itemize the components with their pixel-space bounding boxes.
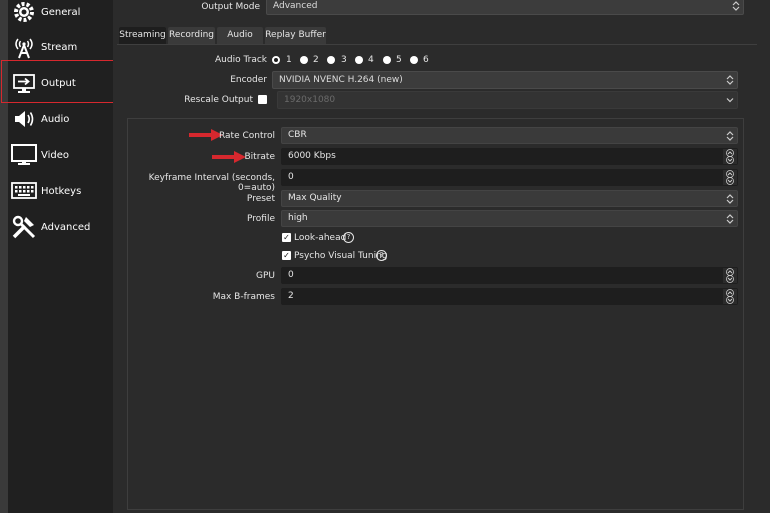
sidebar-item-label: Stream (41, 41, 78, 53)
speaker-icon (11, 106, 37, 132)
max-bframes-spinbox[interactable]: 2 (281, 288, 738, 305)
preset-value: Max Quality (288, 193, 342, 203)
encoder-label: Encoder (230, 75, 267, 85)
audio-track-option-label: 1 (286, 55, 292, 65)
rate-control-label: Rate Control (218, 131, 275, 141)
profile-label: Profile (247, 214, 275, 224)
spin-arrows-icon[interactable] (723, 289, 737, 304)
sidebar-item-video[interactable]: Video (8, 138, 113, 172)
sidebar-item-general[interactable]: General (8, 0, 113, 29)
sidebar-item-advanced[interactable]: Advanced (8, 210, 113, 244)
keyframe-value: 0 (288, 172, 294, 182)
chevron-updown-icon (723, 191, 737, 206)
antenna-icon (11, 34, 37, 60)
preset-select[interactable]: Max Quality (281, 190, 738, 207)
psycho-visual-tuning-checkbox[interactable]: ✓ (282, 251, 291, 260)
rescale-output-label: Rescale Output (184, 95, 253, 105)
chevron-updown-icon (723, 211, 737, 226)
bitrate-spinbox[interactable]: 6000 Kbps (281, 148, 738, 165)
output-mode-select[interactable]: Advanced (266, 0, 744, 15)
chevron-updown-icon (729, 0, 743, 14)
tools-icon (11, 214, 37, 240)
gpu-spinbox[interactable]: 0 (281, 267, 738, 284)
profile-select[interactable]: high (281, 210, 738, 227)
sidebar-item-label: Video (41, 149, 70, 161)
lookahead-checkbox[interactable]: ✓ (282, 233, 291, 242)
audio-track-radio-1[interactable] (272, 56, 280, 64)
encoder-value: NVIDIA NVENC H.264 (new) (279, 75, 403, 85)
help-icon[interactable]: ? (376, 250, 387, 261)
audio-track-radio-4[interactable] (355, 56, 363, 64)
bitrate-value: 6000 Kbps (288, 151, 336, 161)
keyboard-icon (11, 178, 37, 204)
tab-replay-buffer[interactable]: Replay Buffer (265, 27, 326, 44)
profile-value: high (288, 213, 308, 223)
gpu-label: GPU (256, 271, 275, 281)
audio-track-option-label: 2 (313, 55, 319, 65)
spin-arrows-icon[interactable] (723, 268, 737, 283)
sidebar-item-stream[interactable]: Stream (8, 30, 113, 64)
monitor-icon (11, 142, 37, 168)
audio-track-radio-3[interactable] (327, 56, 335, 64)
output-highlight-annotation (1, 60, 131, 103)
audio-track-radio-5[interactable] (383, 56, 391, 64)
audio-track-option-label: 5 (396, 55, 402, 65)
audio-track-radio-2[interactable] (300, 56, 308, 64)
sidebar-item-audio[interactable]: Audio (8, 102, 113, 136)
tab-underline (117, 44, 757, 45)
output-mode-value: Advanced (273, 1, 318, 11)
sidebar-item-hotkeys[interactable]: Hotkeys (8, 174, 113, 208)
output-mode-label: Output Mode (201, 2, 260, 12)
audio-track-option-label: 4 (368, 55, 374, 65)
spin-arrows-icon[interactable] (723, 170, 737, 185)
psycho-visual-tuning-label: Psycho Visual Tuning (294, 251, 388, 261)
rescale-value: 1920x1080 (284, 95, 336, 105)
gear-icon (11, 0, 37, 25)
rate-control-select[interactable]: CBR (281, 127, 738, 144)
bitrate-label: Bitrate (244, 152, 276, 162)
rescale-resolution-select[interactable]: 1920x1080 (277, 91, 738, 109)
rate-control-value: CBR (288, 130, 307, 140)
sidebar-item-label: Audio (41, 113, 70, 125)
sidebar-item-label: General (41, 6, 81, 18)
rescale-output-checkbox[interactable] (258, 95, 267, 104)
sidebar-item-label: Hotkeys (41, 185, 82, 197)
max-bframes-label: Max B-frames (212, 292, 275, 302)
audio-track-label: Audio Track (215, 55, 267, 65)
keyframe-interval-label: Keyframe Interval (seconds, 0=auto) (148, 173, 275, 193)
chevron-updown-icon (723, 72, 737, 88)
encoder-select[interactable]: NVIDIA NVENC H.264 (new) (272, 71, 738, 89)
tab-streaming[interactable]: Streaming (119, 27, 166, 44)
gpu-value: 0 (288, 270, 294, 280)
help-icon[interactable]: ? (343, 232, 354, 243)
audio-track-option-label: 3 (341, 55, 347, 65)
tab-audio[interactable]: Audio (217, 27, 263, 44)
audio-track-option-label: 6 (423, 55, 429, 65)
tab-recording[interactable]: Recording (168, 27, 215, 44)
lookahead-label: Look-ahead (294, 233, 347, 243)
chevron-down-icon (723, 92, 737, 108)
sidebar-item-label: Advanced (41, 221, 91, 233)
spin-arrows-icon[interactable] (723, 149, 737, 164)
audio-track-radio-6[interactable] (410, 56, 418, 64)
chevron-updown-icon (723, 128, 737, 143)
keyframe-interval-spinbox[interactable]: 0 (281, 169, 738, 186)
preset-label: Preset (246, 194, 275, 204)
bframes-value: 2 (288, 291, 294, 301)
